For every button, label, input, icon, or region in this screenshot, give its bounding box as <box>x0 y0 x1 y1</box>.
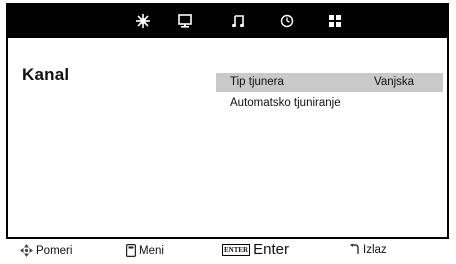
footer-menu-hint: Meni <box>126 244 164 257</box>
time-icon[interactable] <box>278 12 296 30</box>
menu-item-label: Automatsko tjuniranje <box>230 97 341 109</box>
page-title: Kanal <box>22 65 70 84</box>
menu-item-auto-tuning[interactable]: Automatsko tjuniranje <box>216 94 443 113</box>
sound-icon[interactable] <box>176 12 194 30</box>
footer-menu-label: Meni <box>139 244 164 257</box>
menu-tab-bar <box>8 5 447 38</box>
footer-exit-hint: Izlaz <box>350 244 387 256</box>
menu-button-icon <box>126 244 136 257</box>
menu-frame: Kanal Tip tjunera Vanjska Automatsko tju… <box>6 3 449 239</box>
footer-enter-hint: ENTER Enter <box>222 241 289 258</box>
music-icon[interactable] <box>229 12 247 30</box>
footer-move-hint: Pomeri <box>20 244 72 257</box>
footer-hint-bar: Pomeri Meni ENTER Enter Izlaz <box>0 239 456 264</box>
footer-move-label: Pomeri <box>36 244 73 257</box>
exit-return-icon <box>350 244 359 254</box>
setup-icon[interactable] <box>326 12 344 30</box>
picture-icon[interactable] <box>134 12 152 30</box>
footer-enter-label: Enter <box>253 241 289 258</box>
enter-key-icon: ENTER <box>222 243 251 256</box>
menu-item-label: Tip tjunera <box>230 76 284 88</box>
menu-item-tuner-type[interactable]: Tip tjunera Vanjska <box>216 73 443 92</box>
menu-item-value: Vanjska <box>374 76 415 88</box>
footer-exit-label: Izlaz <box>363 244 387 256</box>
move-arrows-icon <box>20 244 33 257</box>
